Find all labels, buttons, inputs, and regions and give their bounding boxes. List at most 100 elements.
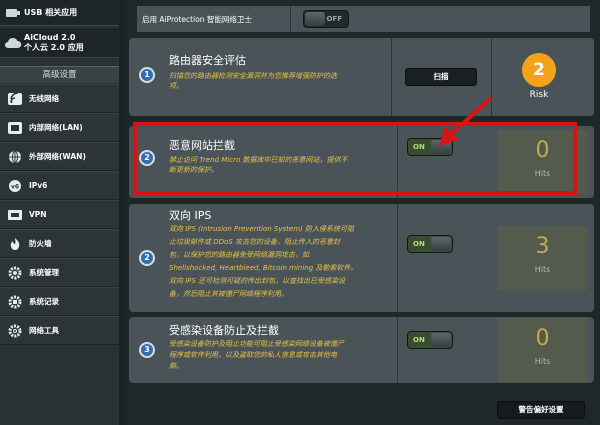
arrow-annotation-icon: [439, 97, 492, 146]
risk-count-badge: 2: [522, 53, 556, 87]
sidebar-item-label: 无线网络: [29, 94, 59, 103]
desc-line: 包，以保护您的路由器免受网络漏洞攻击，如: [169, 251, 309, 259]
desc-line: 双向 IPS 还可检测可疑的传出封包，以查找出已受感染设: [169, 277, 346, 285]
toggle-state-label: ON: [413, 143, 425, 151]
desc-line: 扫描您的路由器检测安全漏洞并为您推荐增强防护的选: [169, 72, 337, 80]
desc-line: 备，然后阻止其被僵尸网络程序利用。: [169, 290, 288, 298]
step-number-badge: 3: [139, 342, 155, 358]
divider: [397, 317, 398, 383]
scan-button[interactable]: 扫描: [405, 68, 477, 86]
desc-line: 程序或软件利用，以及盗取您的私人信息或攻击其他电: [169, 351, 337, 359]
step-number-badge: 1: [139, 67, 155, 83]
malicious-sites-blocking-section: 2 恶意网站拦截 禁止访问 Trend Micro 数据库中已知的恶意网站，提供…: [129, 126, 594, 198]
sidebar-item-label: VPN: [29, 210, 47, 219]
svg-text:v6: v6: [11, 183, 19, 190]
sidebar-advanced-list: 无线网络 内部网络(LAN) 外部网络(WAN) v6 IPv6 VPN 防火墙…: [0, 84, 119, 345]
step-badge: 1: [133, 67, 161, 83]
desc-line: 双向 IPS (Intrusion Prevention System) 防入侵…: [169, 225, 354, 233]
hits-counter: 3 Hits: [497, 226, 588, 290]
section-description: 受感染设备防护及阻止功能可阻止受感染网络设备被僵尸 程序或软件利用，以及盗取您的…: [169, 339, 344, 372]
risk-label: Risk: [529, 90, 549, 100]
section-description: 禁止访问 Trend Micro 数据库中已知的恶意网站，提供不 断更新的保护。: [169, 155, 347, 175]
hits-label: Hits: [534, 357, 551, 366]
hits-label: Hits: [534, 169, 551, 178]
vpn-icon: [3, 208, 27, 222]
section-description: 双向 IPS (Intrusion Prevention System) 防入侵…: [169, 223, 399, 301]
toggle-knob: [305, 12, 325, 26]
router-security-assessment-section: 1 路由器安全评估 扫描您的路由器检测安全漏洞并为您推荐增强防护的选 项。 扫描…: [129, 38, 594, 116]
infected-device-prevention-section: 3 受感染设备防止及拦截 受感染设备防护及阻止功能可阻止受感染网络设备被僵尸 程…: [129, 317, 594, 383]
step-number-badge: 2: [139, 150, 155, 166]
hits-value: 3: [535, 234, 550, 259]
sidebar-item-administration[interactable]: 系统管理: [0, 258, 119, 287]
cloud-icon: [2, 36, 24, 50]
sidebar-item-label: 系统管理: [29, 268, 59, 277]
aiprotection-enable-label: 启用 AiProtection 智能网络卫士: [142, 14, 252, 24]
wifi-icon: [3, 91, 27, 106]
toggle-knob: [431, 333, 451, 347]
divider: [391, 38, 392, 116]
section-title: 路由器安全评估: [169, 54, 246, 67]
sidebar-item-label: 系统记录: [29, 297, 59, 306]
aicloud-line1: AiCloud 2.0: [24, 32, 76, 42]
sidebar-item-label: 内部网络(LAN): [29, 123, 83, 132]
sidebar-item-label: 外部网络(WAN): [29, 152, 86, 161]
desc-line: 止垃圾邮件或 DDoS 攻击您的设备，阻止传入的恶意封: [169, 238, 340, 246]
sidebar-item-label: 防火墙: [29, 239, 52, 248]
step-number-badge: 2: [139, 250, 155, 266]
hits-value: 0: [535, 138, 550, 163]
advanced-settings-header: 高级设置: [0, 66, 119, 83]
desc-line: 脑。: [169, 362, 183, 370]
toggle-state-label: OFF: [326, 15, 342, 23]
sidebar-item-ipv6[interactable]: v6 IPv6: [0, 171, 119, 200]
section-title: 受感染设备防止及拦截: [169, 324, 279, 337]
desc-line: 受感染设备防护及阻止功能可阻止受感染网络设备被僵尸: [169, 340, 344, 348]
sidebar-item-system-log[interactable]: 系统记录: [0, 287, 119, 316]
sidebar-item-aicloud[interactable]: AiCloud 2.0 个人云 2.0 应用: [0, 28, 119, 58]
two-way-ips-section: 2 双向 IPS 双向 IPS (Intrusion Prevention Sy…: [129, 204, 594, 312]
section-description: 扫描您的路由器检测安全漏洞并为您推荐增强防护的选 项。: [169, 71, 337, 91]
sidebar-item-wireless[interactable]: 无线网络: [0, 84, 119, 113]
sidebar-item-wan[interactable]: 外部网络(WAN): [0, 142, 119, 171]
hits-value: 0: [535, 326, 550, 351]
sidebar-aicloud-label: AiCloud 2.0 个人云 2.0 应用: [24, 33, 84, 53]
usb-icon: [2, 6, 24, 20]
infected-device-toggle[interactable]: ON: [407, 331, 453, 349]
two-way-ips-toggle[interactable]: ON: [407, 235, 453, 253]
divider: [397, 126, 398, 198]
ipv6-icon: v6: [3, 179, 27, 193]
hits-label: Hits: [534, 265, 551, 274]
tools-icon: [3, 324, 27, 338]
sidebar-item-network-tools[interactable]: 网络工具: [0, 316, 119, 345]
toggle-state-label: ON: [413, 336, 425, 344]
aicloud-line2: 个人云 2.0 应用: [24, 42, 84, 52]
fire-icon: [3, 237, 27, 251]
toggle-knob: [431, 237, 451, 251]
sidebar-usb-label: USB 相关应用: [24, 7, 78, 17]
hits-counter: 0 Hits: [497, 130, 588, 194]
desc-line: 项。: [169, 82, 183, 90]
desc-line: Shellshocked, Heartbleed, Bitcoin mining…: [169, 264, 358, 272]
aiprotection-toggle[interactable]: OFF: [303, 10, 349, 28]
sidebar-item-label: 网络工具: [29, 326, 59, 335]
globe-icon: [3, 150, 27, 164]
section-title: 双向 IPS: [169, 209, 212, 222]
desc-line: 禁止访问 Trend Micro 数据库中已知的恶意网站，提供不: [169, 156, 348, 164]
step-badge: 3: [133, 342, 161, 358]
alert-preference-button[interactable]: 警告偏好设置: [497, 401, 585, 419]
toggle-state-label: ON: [413, 240, 425, 248]
divider: [397, 204, 398, 312]
gear-icon: [3, 266, 27, 280]
main-content: 启用 AiProtection 智能网络卫士 OFF 1 路由器安全评估 扫描您…: [125, 0, 600, 425]
step-badge: 2: [133, 250, 161, 266]
step-badge: 2: [133, 150, 161, 166]
sidebar-item-vpn[interactable]: VPN: [0, 200, 119, 229]
sidebar-item-firewall[interactable]: 防火墙: [0, 229, 119, 258]
sidebar-item-label: IPv6: [29, 181, 48, 190]
sidebar-item-usb[interactable]: USB 相关应用: [0, 0, 119, 26]
sidebar-item-lan[interactable]: 内部网络(LAN): [0, 113, 119, 142]
sidebar: USB 相关应用 AiCloud 2.0 个人云 2.0 应用 高级设置 无线网…: [0, 0, 119, 425]
aiprotection-enable-row: 启用 AiProtection 智能网络卫士 OFF: [137, 6, 590, 32]
lan-icon: [3, 121, 27, 135]
section-title: 恶意网站拦截: [169, 139, 235, 152]
